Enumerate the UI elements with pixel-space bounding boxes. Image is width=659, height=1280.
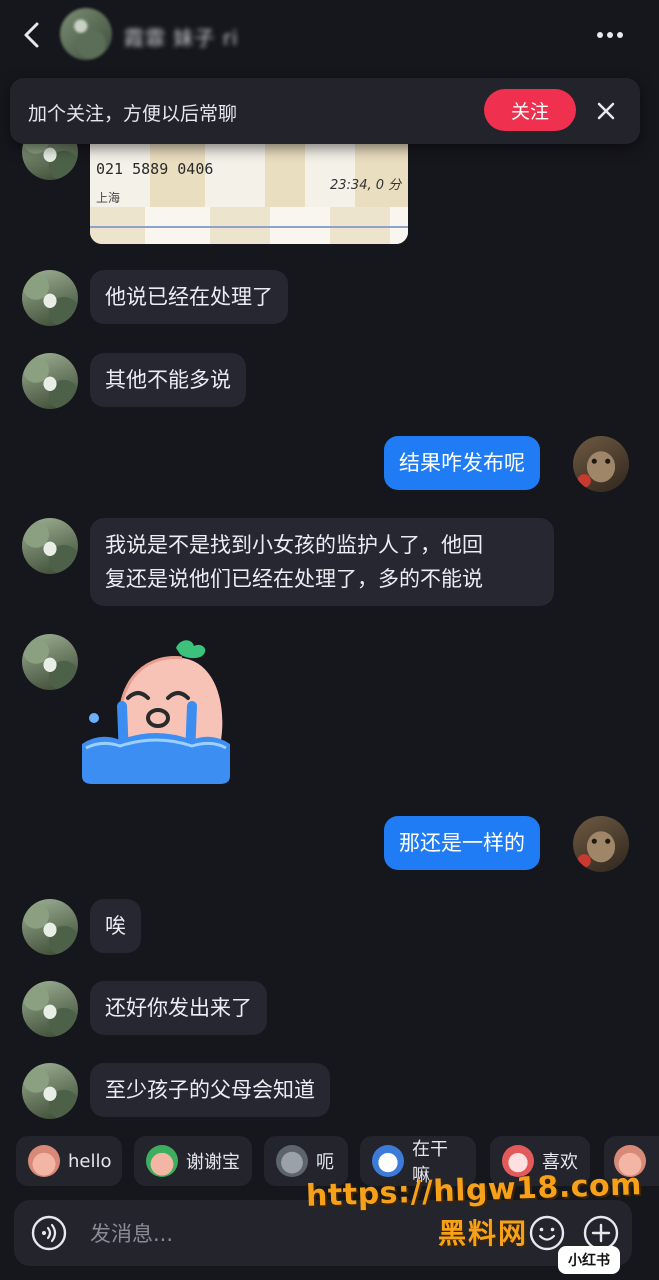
contact-avatar[interactable] xyxy=(22,634,78,690)
quick-reply-label: 谢谢宝 xyxy=(186,1152,240,1173)
quick-reply-label: hello xyxy=(68,1150,112,1172)
chevron-left-icon[interactable] xyxy=(18,20,48,50)
monkey-heart-emoji-icon xyxy=(146,1145,178,1177)
contact-avatar[interactable] xyxy=(22,1063,78,1119)
quick-reply-chip[interactable]: 谢谢宝 xyxy=(134,1136,252,1186)
quick-reply-label: 呃 xyxy=(316,1152,334,1173)
contact-avatar[interactable] xyxy=(22,353,78,409)
quick-reply-chip[interactable]: hello xyxy=(16,1136,122,1186)
close-icon[interactable] xyxy=(592,97,620,125)
shared-image-phone: 021 5889 0406 xyxy=(96,160,214,178)
message-line: 复还是说他们已经在处理了，多的不能说 xyxy=(105,567,483,591)
follow-button[interactable]: 关注 xyxy=(484,89,576,131)
my-avatar[interactable] xyxy=(573,816,629,872)
shared-image-time: 23:34, 0 分 xyxy=(330,178,402,193)
message-bubble-incoming[interactable]: 唉 xyxy=(90,899,141,953)
message-bubble-outgoing[interactable]: 那还是一样的 xyxy=(384,816,540,870)
follow-banner-text: 加个关注，方便以后常聊 xyxy=(28,103,238,125)
message-bubble-outgoing[interactable]: 结果咋发布呢 xyxy=(384,436,540,490)
message-line: 我说是不是找到小女孩的监护人了，他回 xyxy=(105,533,483,557)
monkey-emoji-icon xyxy=(28,1145,60,1177)
emoji-icon[interactable] xyxy=(528,1214,566,1252)
contact-avatar[interactable] xyxy=(22,899,78,955)
astronaut-emoji-icon xyxy=(372,1145,404,1177)
xiaohongshu-logo: 小红书 xyxy=(558,1246,620,1274)
shared-image-line xyxy=(90,226,408,228)
more-horizontal-icon[interactable] xyxy=(592,22,628,48)
cat-emoji-icon xyxy=(276,1145,308,1177)
message-bubble-incoming[interactable]: 其他不能多说 xyxy=(90,353,246,407)
contact-avatar[interactable] xyxy=(60,8,112,60)
contact-avatar[interactable] xyxy=(22,518,78,574)
message-input[interactable] xyxy=(88,1214,392,1254)
contact-name[interactable]: 霞霏 妹子 ri xyxy=(124,22,239,51)
message-bubble-incoming[interactable]: 我说是不是找到小女孩的监护人了，他回 复还是说他们已经在处理了，多的不能说 xyxy=(90,518,554,606)
watermark-site-name: 黑料网 xyxy=(438,1217,529,1250)
voice-icon[interactable] xyxy=(30,1214,68,1252)
message-bubble-incoming[interactable]: 他说已经在处理了 xyxy=(90,270,288,324)
contact-avatar[interactable] xyxy=(22,270,78,326)
shared-image-city: 上海 xyxy=(96,191,121,205)
contact-avatar[interactable] xyxy=(22,981,78,1037)
crying-sticker[interactable] xyxy=(80,636,232,786)
message-bubble-incoming[interactable]: 还好你发出来了 xyxy=(90,981,267,1035)
my-avatar[interactable] xyxy=(573,436,629,492)
message-bubble-incoming[interactable]: 至少孩子的父母会知道 xyxy=(90,1063,330,1117)
